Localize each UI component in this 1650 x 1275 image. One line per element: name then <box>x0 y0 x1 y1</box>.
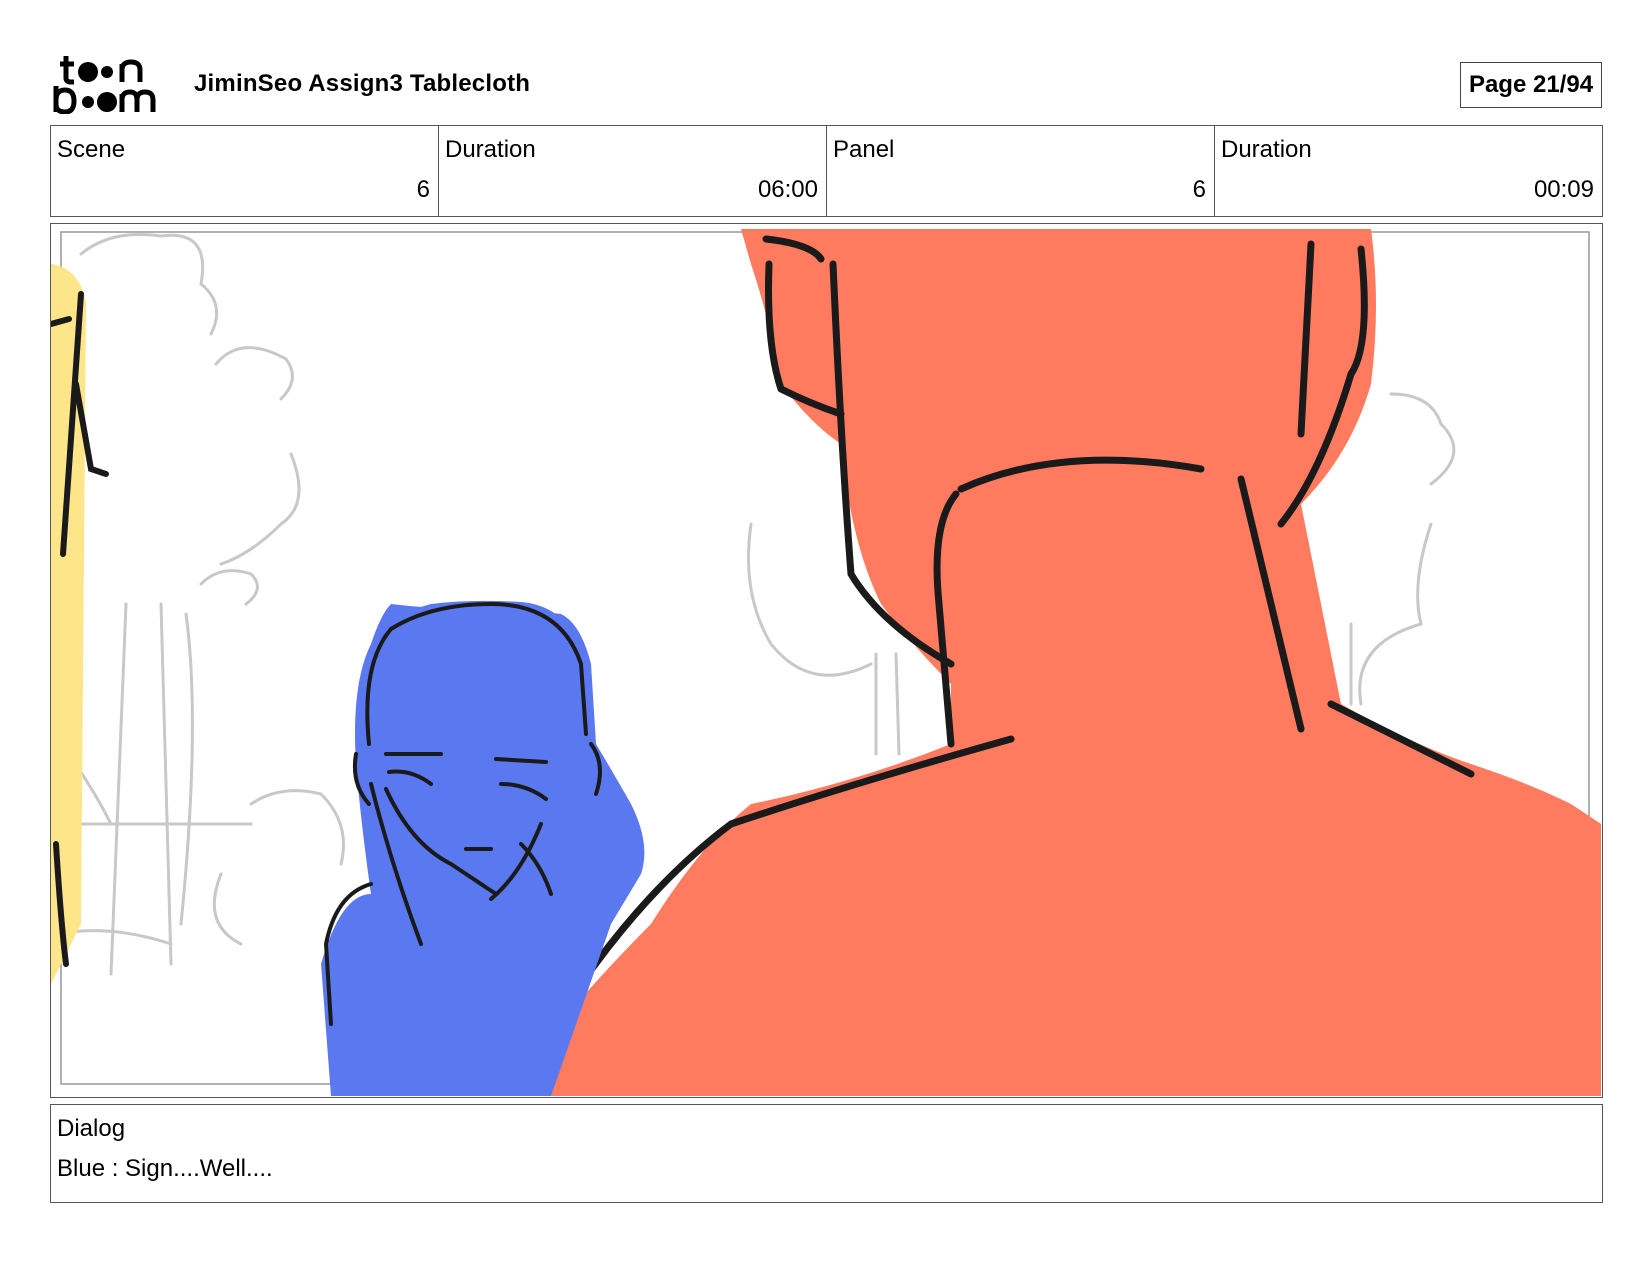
scene-cell: Scene 6 <box>51 126 439 216</box>
panel-value: 6 <box>1192 176 1206 203</box>
scene-duration-label: Duration <box>445 136 536 163</box>
panel-label: Panel <box>833 136 895 163</box>
dialog-box: Dialog Blue : Sign....Well.... <box>50 1104 1603 1203</box>
dialog-text: Blue : Sign....Well.... <box>57 1155 273 1182</box>
scene-label: Scene <box>57 136 126 163</box>
scene-value: 6 <box>416 176 430 203</box>
document-title: JiminSeo Assign3 Tablecloth <box>194 70 531 97</box>
storyboard-panel <box>50 223 1603 1098</box>
dialog-label: Dialog <box>57 1115 126 1142</box>
scene-duration-cell: Duration 06:00 <box>439 126 827 216</box>
panel-duration-cell: Duration 00:09 <box>1215 126 1602 216</box>
scene-info-row: Scene 6 Duration 06:00 Panel 6 Duration … <box>50 125 1603 217</box>
panel-duration-label: Duration <box>1221 136 1312 163</box>
orange-character <box>501 229 1601 1096</box>
panel-cell: Panel 6 <box>827 126 1215 216</box>
panel-artwork <box>51 229 1601 1096</box>
panel-duration-value: 00:09 <box>1533 176 1594 203</box>
page-indicator: Page 21/94 <box>1460 62 1602 108</box>
scene-duration-value: 06:00 <box>757 176 818 203</box>
toonboom-logo <box>52 52 164 114</box>
